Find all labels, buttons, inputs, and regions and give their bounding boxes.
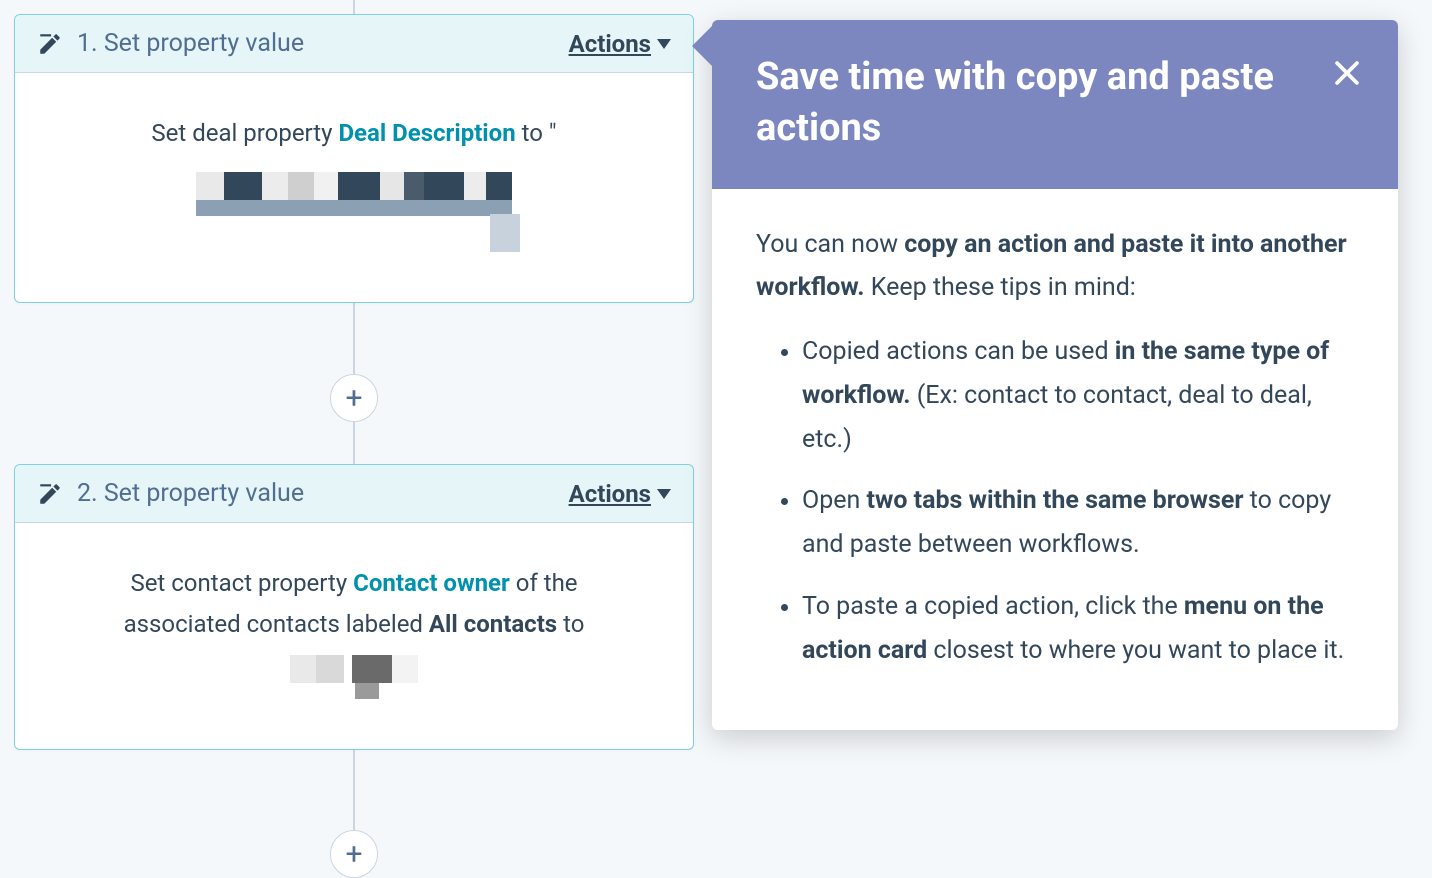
body-suffix: to " [516,119,557,147]
card-body-text: Set deal property Deal Description to " [55,113,653,154]
close-button[interactable] [1330,56,1364,90]
popover-arrow-icon [692,26,712,66]
card-body: Set deal property Deal Description to " [15,73,693,302]
redacted-value-row [55,655,653,683]
edit-icon [37,31,63,57]
popover-bullet: Copied actions can be used in the same t… [802,330,1354,461]
bullet-bold: two tabs within the same browser [867,486,1244,515]
bullet-post: closest to where you want to place it. [927,636,1344,665]
body-prefix: Set deal property [151,119,338,147]
chevron-down-icon [657,489,671,499]
redacted-value-row [55,172,653,200]
card-header: 1. Set property value Actions [15,15,693,73]
actions-label: Actions [569,30,651,58]
popover-bullets: Copied actions can be used in the same t… [756,330,1354,672]
close-icon [1330,56,1364,90]
line2-suffix: to [557,610,584,638]
property-name: Contact owner [353,569,510,597]
edit-icon [37,481,63,507]
card-body-line2: associated contacts labeled All contacts… [55,604,653,645]
actions-label: Actions [569,480,651,508]
plus-icon: + [345,837,362,872]
line1-suffix: of the [510,569,578,597]
intro-prefix: You can now [756,230,904,259]
popover-bullet: To paste a copied action, click the menu… [802,585,1354,673]
card-title: 1. Set property value [77,29,304,58]
popover-title: Save time with copy and paste actions [756,52,1318,155]
bullet-pre: Open [802,486,867,515]
copy-paste-tips-popover: Save time with copy and paste actions Yo… [712,20,1398,730]
workflow-action-card-1[interactable]: 1. Set property value Actions Set deal p… [14,14,694,303]
line1-prefix: Set contact property [130,569,353,597]
label-name: All contacts [429,610,557,638]
intro-suffix: Keep these tips in mind: [865,273,1136,302]
popover-body: You can now copy an action and paste it … [712,189,1398,731]
add-action-button[interactable]: + [330,374,378,422]
card-title: 2. Set property value [77,479,304,508]
line2-prefix: associated contacts labeled [124,610,429,638]
card-body-line1: Set contact property Contact owner of th… [55,563,653,604]
redacted-value-tail [55,216,653,252]
plus-icon: + [345,381,362,416]
card-header-left: 1. Set property value [37,29,304,58]
popover-bullet: Open two tabs within the same browser to… [802,479,1354,567]
add-action-button[interactable]: + [330,830,378,878]
workflow-action-card-2[interactable]: 2. Set property value Actions Set contac… [14,464,694,750]
chevron-down-icon [657,39,671,49]
popover-intro: You can now copy an action and paste it … [756,223,1354,311]
card-body: Set contact property Contact owner of th… [15,523,693,749]
bullet-pre: Copied actions can be used [802,337,1115,366]
actions-menu-button[interactable]: Actions [569,30,671,58]
popover-header: Save time with copy and paste actions [712,20,1398,189]
card-header-left: 2. Set property value [37,479,304,508]
property-name: Deal Description [338,119,515,147]
bullet-pre: To paste a copied action, click the [802,592,1184,621]
card-header: 2. Set property value Actions [15,465,693,523]
redacted-value-bar [55,200,653,216]
actions-menu-button[interactable]: Actions [569,480,671,508]
redacted-value-row-2 [55,683,653,699]
